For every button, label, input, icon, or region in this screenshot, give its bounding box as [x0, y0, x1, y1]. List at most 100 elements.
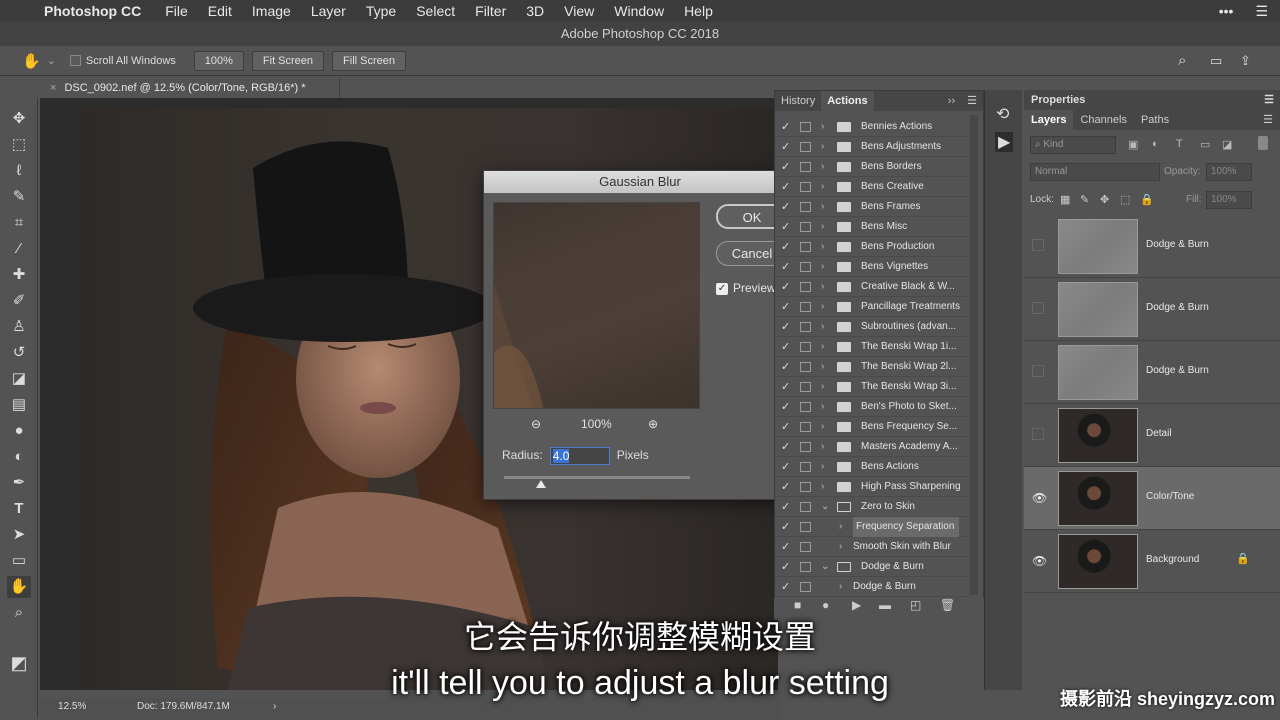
type-tool-icon[interactable]: T — [7, 498, 31, 520]
layer-row[interactable]: Dodge & Burn — [1024, 341, 1280, 404]
visibility-eye-icon[interactable] — [1032, 239, 1044, 251]
lock-all-icon[interactable]: 🔒 — [1140, 193, 1154, 206]
layer-thumbnail[interactable] — [1058, 219, 1138, 274]
path-select-tool-icon[interactable]: ➤ — [7, 524, 31, 546]
chevron-right-icon[interactable]: › — [821, 337, 824, 357]
menu-view[interactable]: View — [554, 3, 604, 19]
action-row[interactable]: ✓ › Pancillage Treatments — [775, 297, 969, 317]
chevron-right-icon[interactable]: › — [821, 237, 824, 257]
action-row[interactable]: ✓ › High Pass Sharpening — [775, 477, 969, 497]
chevron-right-icon[interactable]: › — [821, 157, 824, 177]
chevron-down-icon[interactable]: ⌄ — [821, 557, 829, 577]
record-icon[interactable]: ● — [822, 598, 829, 612]
dialog-toggle-icon[interactable] — [800, 582, 811, 592]
tab-actions[interactable]: Actions — [821, 91, 874, 111]
visibility-eye-icon[interactable] — [1032, 302, 1044, 314]
quick-select-tool-icon[interactable]: ✎ — [7, 186, 31, 208]
chevron-right-icon[interactable]: › — [821, 377, 824, 397]
actions-panel-icon[interactable]: ▶ — [995, 132, 1014, 152]
dialog-toggle-icon[interactable] — [800, 462, 811, 472]
chevron-right-icon[interactable]: › — [821, 117, 824, 137]
dialog-toggle-icon[interactable] — [800, 302, 811, 312]
app-menu[interactable]: Photoshop CC — [40, 3, 155, 19]
blur-tool-icon[interactable]: ● — [7, 420, 31, 442]
new-action-icon[interactable]: ◰ — [910, 598, 921, 612]
action-row[interactable]: ✓ › Bens Adjustments — [775, 137, 969, 157]
action-enabled-check[interactable]: ✓ — [781, 417, 791, 437]
filter-toggle[interactable] — [1258, 136, 1268, 150]
dialog-toggle-icon[interactable] — [800, 562, 811, 572]
action-enabled-check[interactable]: ✓ — [781, 497, 791, 517]
filter-shape-icon[interactable]: ▭ — [1200, 138, 1210, 151]
action-row[interactable]: ✓ › Creative Black & W... — [775, 277, 969, 297]
action-row[interactable]: ✓ › The Benski Wrap 3i... — [775, 377, 969, 397]
chevron-right-icon[interactable]: › — [821, 217, 824, 237]
radius-slider-thumb[interactable] — [536, 480, 546, 488]
hand-tool-icon[interactable]: ✋ — [7, 576, 31, 598]
dialog-toggle-icon[interactable] — [800, 242, 811, 252]
dialog-toggle-icon[interactable] — [800, 442, 811, 452]
layer-thumbnail[interactable] — [1058, 534, 1138, 589]
gradient-tool-icon[interactable]: ▤ — [7, 394, 31, 416]
history-brush-tool-icon[interactable]: ↺ — [7, 342, 31, 364]
action-row[interactable]: ✓ › Subroutines (advan... — [775, 317, 969, 337]
menu-select[interactable]: Select — [406, 3, 465, 19]
tab-paths[interactable]: Paths — [1134, 110, 1176, 130]
layer-row[interactable]: 👁 Background 🔒 — [1024, 530, 1280, 593]
move-tool-icon[interactable]: ✥ — [7, 108, 31, 130]
brush-tool-icon[interactable]: ✐ — [7, 290, 31, 312]
zoom-out-icon[interactable]: ⊖ — [531, 417, 541, 431]
clone-stamp-tool-icon[interactable]: ♙ — [7, 316, 31, 338]
chevron-right-icon[interactable]: › — [821, 437, 824, 457]
filter-pixel-icon[interactable]: ▣ — [1128, 138, 1138, 151]
dialog-toggle-icon[interactable] — [800, 542, 811, 552]
dialog-toggle-icon[interactable] — [800, 142, 811, 152]
lock-artboard-icon[interactable]: ⬚ — [1120, 193, 1130, 206]
action-enabled-check[interactable]: ✓ — [781, 217, 791, 237]
scroll-all-checkbox[interactable]: Scroll All Windows — [69, 55, 176, 67]
close-tab-icon[interactable]: × — [50, 82, 56, 94]
chevron-right-icon[interactable]: › — [821, 257, 824, 277]
chevron-right-icon[interactable]: › — [839, 517, 842, 537]
menu-help[interactable]: Help — [674, 3, 723, 19]
layer-thumbnail[interactable] — [1058, 471, 1138, 526]
action-enabled-check[interactable]: ✓ — [781, 397, 791, 417]
action-enabled-check[interactable]: ✓ — [781, 537, 791, 557]
dialog-toggle-icon[interactable] — [800, 522, 811, 532]
eraser-tool-icon[interactable]: ◪ — [7, 368, 31, 390]
dialog-toggle-icon[interactable] — [800, 482, 811, 492]
lasso-tool-icon[interactable]: ℓ — [7, 160, 31, 182]
dialog-toggle-icon[interactable] — [800, 422, 811, 432]
lock-position-icon[interactable]: ✥ — [1100, 193, 1109, 206]
menu-3d[interactable]: 3D — [516, 3, 554, 19]
action-row[interactable]: ✓ › Smooth Skin with Blur — [775, 537, 969, 557]
menu-layer[interactable]: Layer — [301, 3, 356, 19]
layer-thumbnail[interactable] — [1058, 282, 1138, 337]
workspace-icon[interactable]: ▭ — [1210, 53, 1222, 69]
zoom-100-button[interactable]: 100% — [193, 50, 244, 71]
layer-name[interactable]: Background — [1146, 554, 1199, 565]
crop-tool-icon[interactable]: ⌗ — [7, 212, 31, 234]
stop-icon[interactable]: ■ — [794, 598, 801, 612]
preview-checkbox[interactable]: ✓ Preview — [716, 281, 776, 295]
action-row[interactable]: ✓ › Bens Borders — [775, 157, 969, 177]
action-enabled-check[interactable]: ✓ — [781, 277, 791, 297]
layer-thumbnail[interactable] — [1058, 408, 1138, 463]
layer-name[interactable]: Color/Tone — [1146, 491, 1194, 502]
action-enabled-check[interactable]: ✓ — [781, 117, 791, 137]
action-row[interactable]: ✓ › Bens Actions — [775, 457, 969, 477]
dodge-tool-icon[interactable]: ◐ — [7, 446, 31, 468]
chevron-right-icon[interactable]: › — [821, 137, 824, 157]
chevron-right-icon[interactable]: › — [821, 477, 824, 497]
filter-adjustment-icon[interactable]: ◐ — [1152, 138, 1159, 150]
dialog-toggle-icon[interactable] — [800, 122, 811, 132]
document-tab[interactable]: × DSC_0902.nef @ 12.5% (Color/Tone, RGB/1… — [40, 78, 340, 98]
action-row[interactable]: ✓ › Bens Production — [775, 237, 969, 257]
chevron-right-icon[interactable]: › — [821, 277, 824, 297]
action-row[interactable]: ✓ › Bens Frequency Se... — [775, 417, 969, 437]
layer-name[interactable]: Dodge & Burn — [1146, 239, 1209, 250]
layer-row[interactable]: Detail — [1024, 404, 1280, 467]
action-row[interactable]: ✓ › Bens Vignettes — [775, 257, 969, 277]
eyedropper-tool-icon[interactable]: ⁄ — [7, 238, 31, 260]
filter-type-icon[interactable]: T — [1176, 138, 1183, 150]
